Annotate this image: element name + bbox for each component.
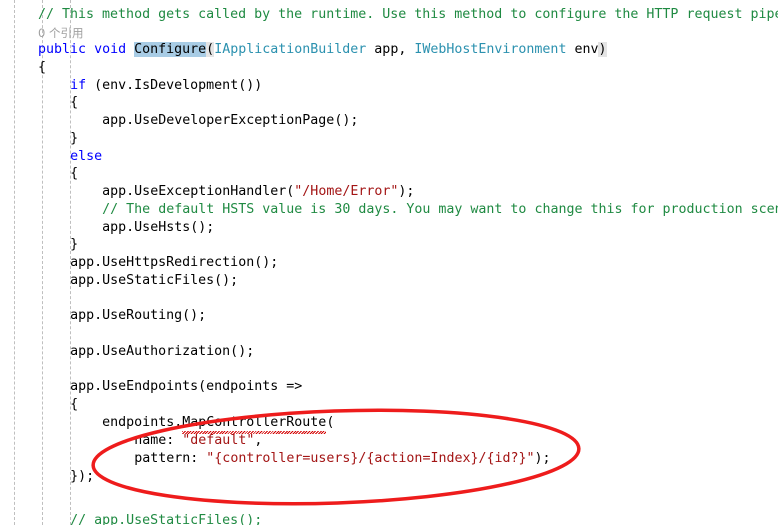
code-token: (env.IsDevelopment()) [86, 78, 263, 93]
code-token: ); [534, 451, 551, 466]
code-token: IApplicationBuilder [214, 42, 367, 57]
code-line[interactable]: else [70, 148, 102, 166]
code-token: // The default HSTS value is 30 days. Yo… [102, 202, 778, 217]
code-token: app.UseDeveloperExceptionPage(); [102, 113, 359, 128]
code-line[interactable]: }); [70, 468, 94, 486]
code-token: } [70, 237, 79, 252]
code-line[interactable]: { [70, 94, 78, 112]
code-line[interactable]: public void Configure(IApplicationBuilde… [38, 41, 607, 59]
code-token: } [70, 131, 79, 146]
code-token: MapControllerRoute [182, 415, 327, 434]
code-token: pattern: [134, 451, 207, 466]
code-line[interactable]: { [70, 165, 78, 183]
code-editor-surface[interactable]: 0 个引用 // This method gets called by the … [0, 0, 778, 525]
code-line[interactable]: app.UseStaticFiles(); [70, 272, 238, 290]
code-line[interactable]: // This method gets called by the runtim… [38, 6, 778, 24]
code-token: }); [70, 469, 95, 484]
code-token: void [94, 42, 127, 57]
code-token: app.UseStaticFiles(); [70, 273, 239, 288]
code-line[interactable]: // app.UseStaticFiles(); [70, 512, 262, 525]
code-token: { [38, 60, 47, 75]
code-token: app, [366, 42, 415, 57]
code-line[interactable]: app.UseRouting(); [70, 307, 206, 325]
code-line[interactable]: app.UseEndpoints(endpoints => [70, 378, 302, 396]
code-token: if [70, 78, 87, 93]
code-token: env [566, 42, 599, 57]
code-token: , [254, 433, 263, 448]
code-line[interactable]: app.UseHsts(); [102, 219, 214, 237]
code-line[interactable]: app.UseDeveloperExceptionPage(); [102, 112, 358, 130]
code-token: app.UseHttpsRedirection(); [70, 255, 279, 270]
code-token: endpoints. [102, 415, 183, 430]
code-token: app.UseRouting(); [70, 308, 207, 323]
code-line[interactable]: } [70, 130, 78, 148]
code-line[interactable]: name: "default", [134, 432, 262, 450]
code-token: app.UseAuthorization(); [70, 344, 255, 359]
code-token: Configure [134, 42, 207, 57]
code-line[interactable]: endpoints.MapControllerRoute( [102, 414, 335, 434]
code-text-layer[interactable]: // This method gets called by the runtim… [0, 0, 778, 525]
code-token: IWebHostEnvironment [414, 42, 567, 57]
code-token: name: [134, 433, 183, 448]
code-token: app.UseExceptionHandler( [102, 184, 295, 199]
code-token: // This method gets called by the runtim… [38, 7, 778, 22]
code-line[interactable]: app.UseHttpsRedirection(); [70, 254, 278, 272]
code-line[interactable]: } [70, 236, 78, 254]
code-token: "{controller=users}/{action=Index}/{id?}… [206, 451, 535, 466]
code-line[interactable]: { [38, 59, 46, 77]
code-token: ( [326, 415, 335, 430]
code-token: "default" [182, 433, 255, 448]
code-line[interactable]: app.UseAuthorization(); [70, 343, 254, 361]
code-token: ) [598, 42, 607, 57]
code-token: app.UseEndpoints(endpoints => [70, 379, 303, 394]
code-token: public [38, 42, 87, 57]
code-token: { [70, 397, 79, 412]
code-token: // app.UseStaticFiles(); [70, 513, 263, 525]
code-line[interactable]: app.UseExceptionHandler("/Home/Error"); [102, 183, 414, 201]
code-line[interactable]: if (env.IsDevelopment()) [70, 77, 262, 95]
code-token: { [70, 166, 79, 181]
code-line[interactable]: { [70, 396, 78, 414]
code-token: app.UseHsts(); [102, 220, 215, 235]
code-line[interactable]: // The default HSTS value is 30 days. Yo… [102, 201, 778, 219]
code-token: else [70, 149, 103, 164]
code-token: { [70, 95, 79, 110]
code-token: ); [398, 184, 415, 199]
code-token: "/Home/Error" [294, 184, 399, 199]
code-token: ( [206, 42, 215, 57]
code-line[interactable]: pattern: "{controller=users}/{action=Ind… [134, 450, 550, 468]
